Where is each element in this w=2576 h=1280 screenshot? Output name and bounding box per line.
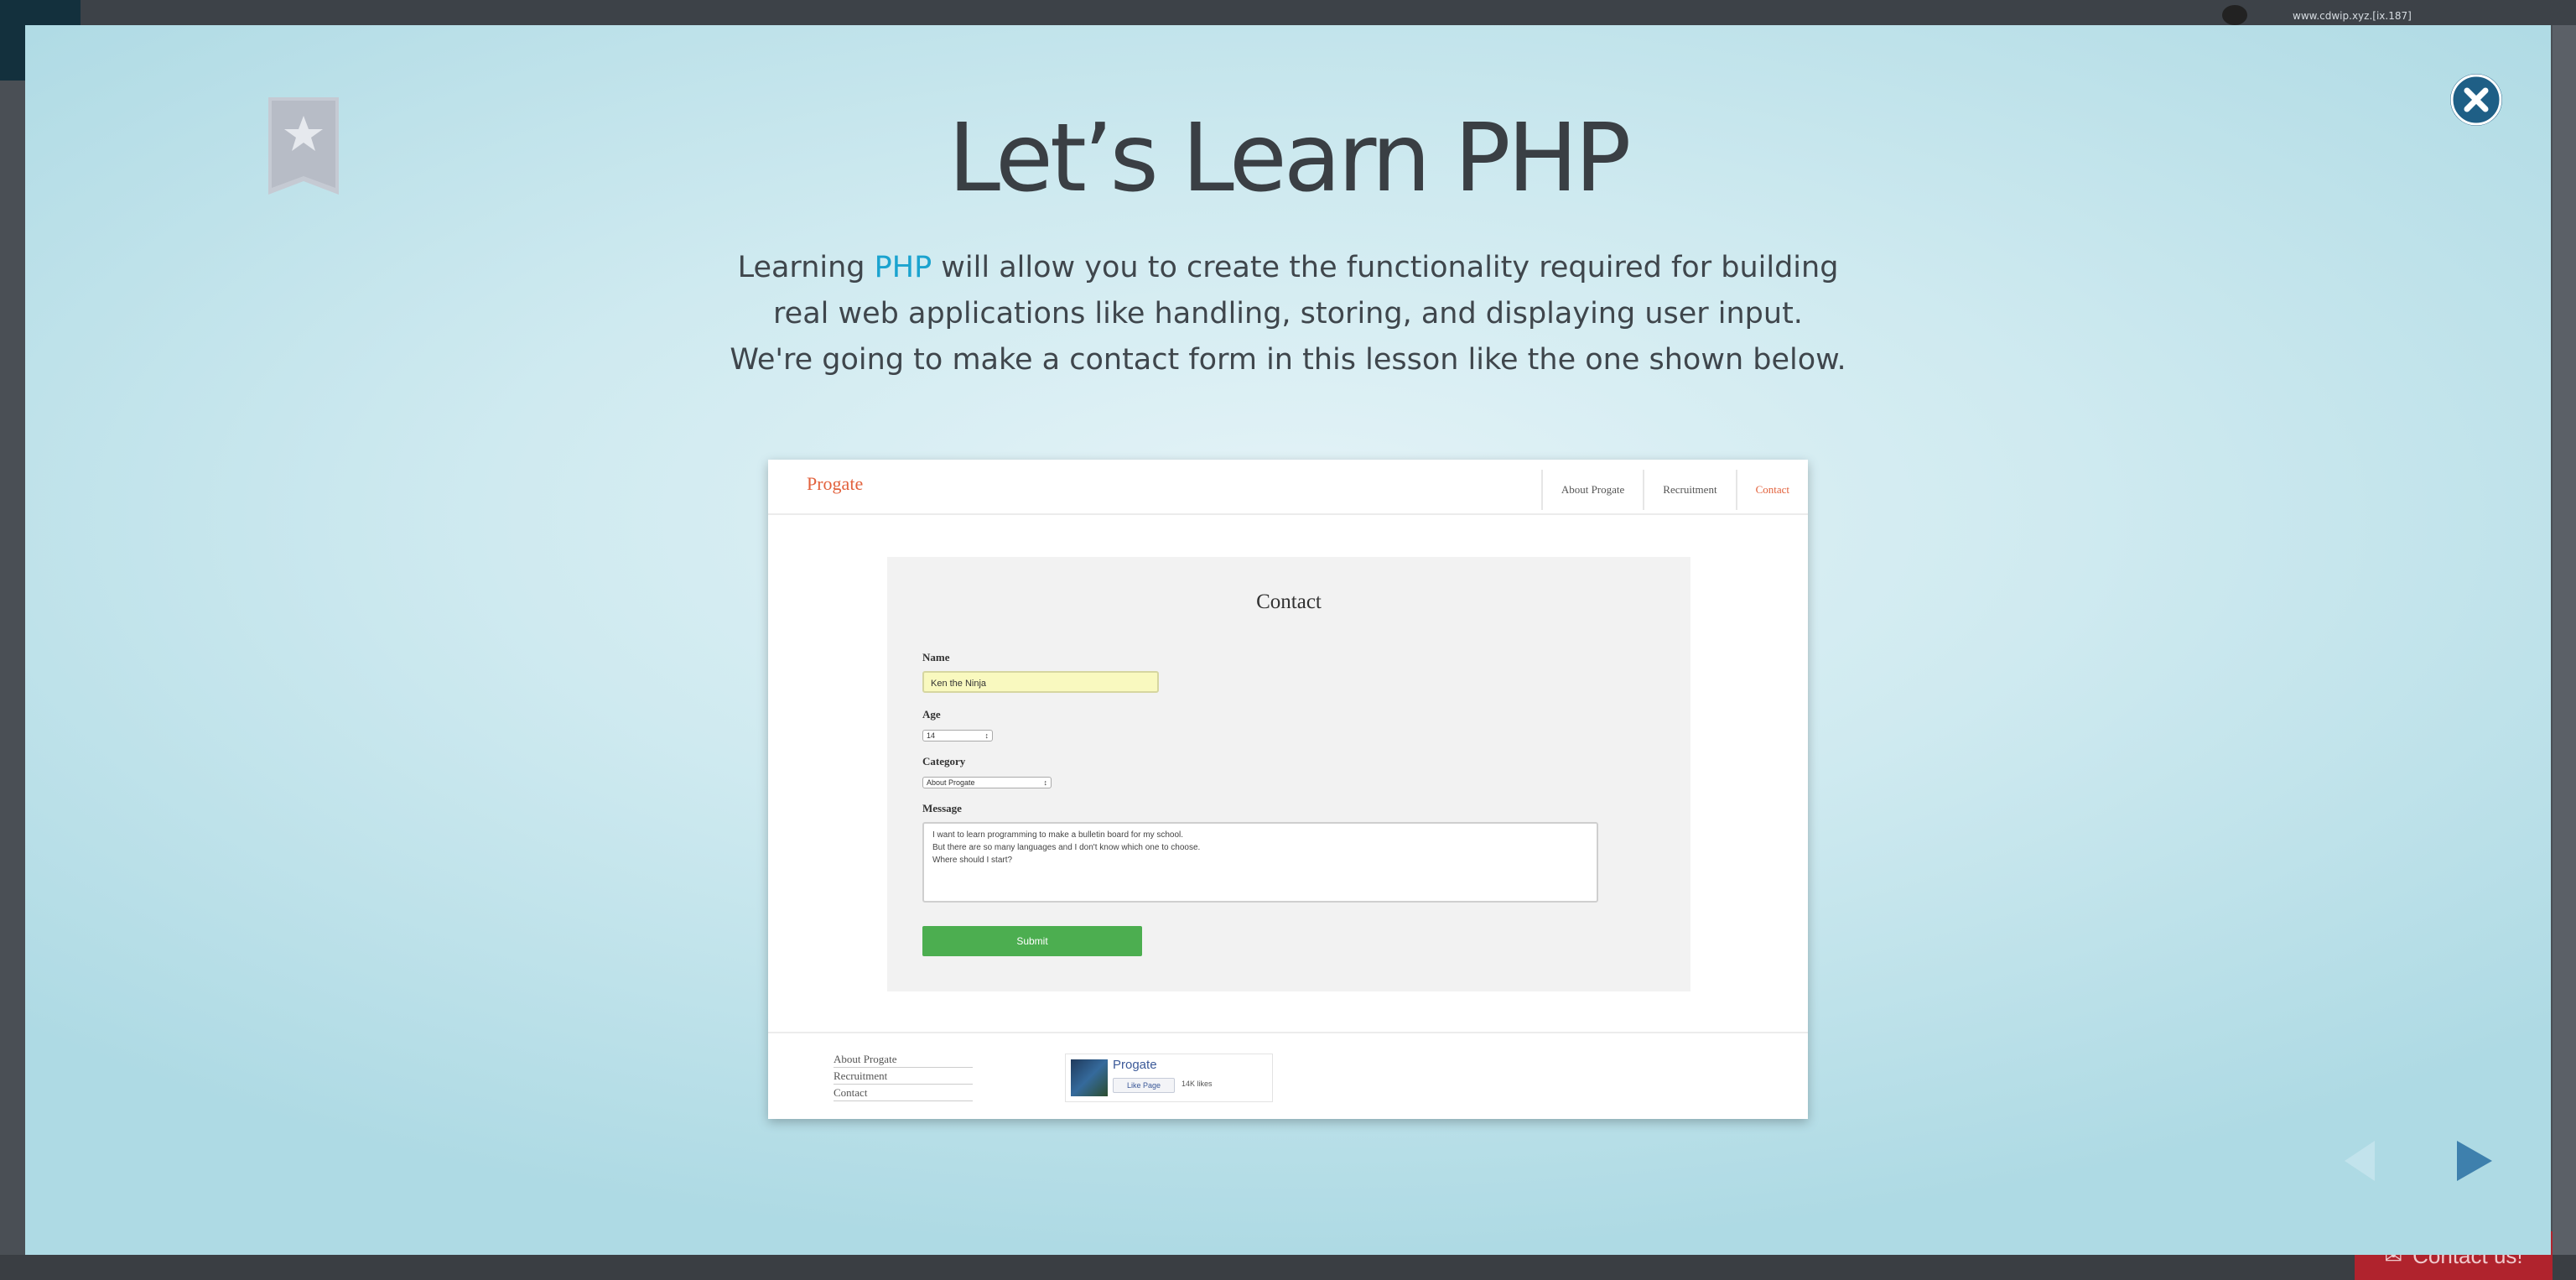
preview-form: Contact Name Ken the Ninja Age 14 Catego…: [887, 557, 1690, 991]
preview-message-label: Message: [922, 802, 962, 814]
preview-submit-button: Submit: [922, 926, 1142, 956]
previous-slide-icon[interactable]: [2345, 1141, 2375, 1181]
contact-form-preview-image: Progate About Progate Recruitment Contac…: [768, 460, 1808, 1119]
preview-footer-link: Recruitment: [834, 1069, 973, 1085]
preview-facebook-count: 14K likes: [1182, 1080, 1213, 1088]
modal-title: Let’s Learn PHP: [948, 104, 1632, 213]
preview-footer: About Progate Recruitment Contact Progat…: [768, 1032, 1808, 1121]
description-text: Learning: [737, 251, 875, 284]
preview-logo: Progate: [807, 473, 864, 494]
preview-header: Progate About Progate Recruitment Contac…: [768, 460, 1808, 515]
preview-footer-link: Contact: [834, 1085, 973, 1101]
description-line-3: We're going to make a contact form in th…: [730, 343, 1846, 377]
description-line-2: real web applications like handling, sto…: [773, 297, 1803, 330]
preview-message-line: Where should I start?: [932, 856, 1013, 865]
background-top-bar: [0, 0, 2576, 25]
preview-message-field: I want to learn programming to make a bu…: [922, 822, 1598, 903]
preview-category-select: About Progate: [922, 777, 1052, 788]
preview-age-select: 14: [922, 730, 993, 741]
preview-facebook-like: Like Page: [1113, 1078, 1175, 1093]
preview-form-title: Contact: [1256, 591, 1322, 613]
preview-nav: About Progate Recruitment Contact: [1540, 470, 1808, 510]
modal-description: Learning PHP will allow you to create th…: [25, 245, 2551, 383]
preview-nav-recruitment: Recruitment: [1643, 470, 1735, 510]
lesson-intro-modal: Let’s Learn PHP Learning PHP will allow …: [25, 25, 2551, 1255]
background-scrollbar[interactable]: [2553, 25, 2576, 1255]
preview-facebook-name: Progate: [1113, 1058, 1157, 1072]
description-line-1: Learning PHP will allow you to create th…: [25, 245, 2551, 291]
php-highlight: PHP: [874, 251, 932, 284]
preview-message-line: But there are so many languages and I do…: [932, 843, 1201, 852]
preview-name-label: Name: [922, 651, 950, 663]
preview-facebook-widget: Progate Like Page 14K likes: [1065, 1054, 1273, 1102]
next-slide-icon[interactable]: [2457, 1141, 2492, 1181]
preview-footer-link: About Progate: [834, 1052, 973, 1068]
background-avatar: [2222, 5, 2247, 25]
preview-message-line: I want to learn programming to make a bu…: [932, 830, 1184, 840]
preview-category-label: Category: [922, 755, 966, 767]
preview-name-field: Ken the Ninja: [922, 671, 1159, 693]
background-bottom-bar: [0, 1255, 2576, 1280]
preview-nav-contact: Contact: [1735, 470, 1808, 510]
preview-nav-about: About Progate: [1540, 470, 1643, 510]
preview-age-label: Age: [922, 708, 941, 721]
preview-facebook-cover: [1071, 1059, 1108, 1096]
background-url-text: www.cdwip.xyz.[ix.187]: [2293, 10, 2412, 22]
description-text: will allow you to create the functionali…: [932, 251, 1839, 284]
